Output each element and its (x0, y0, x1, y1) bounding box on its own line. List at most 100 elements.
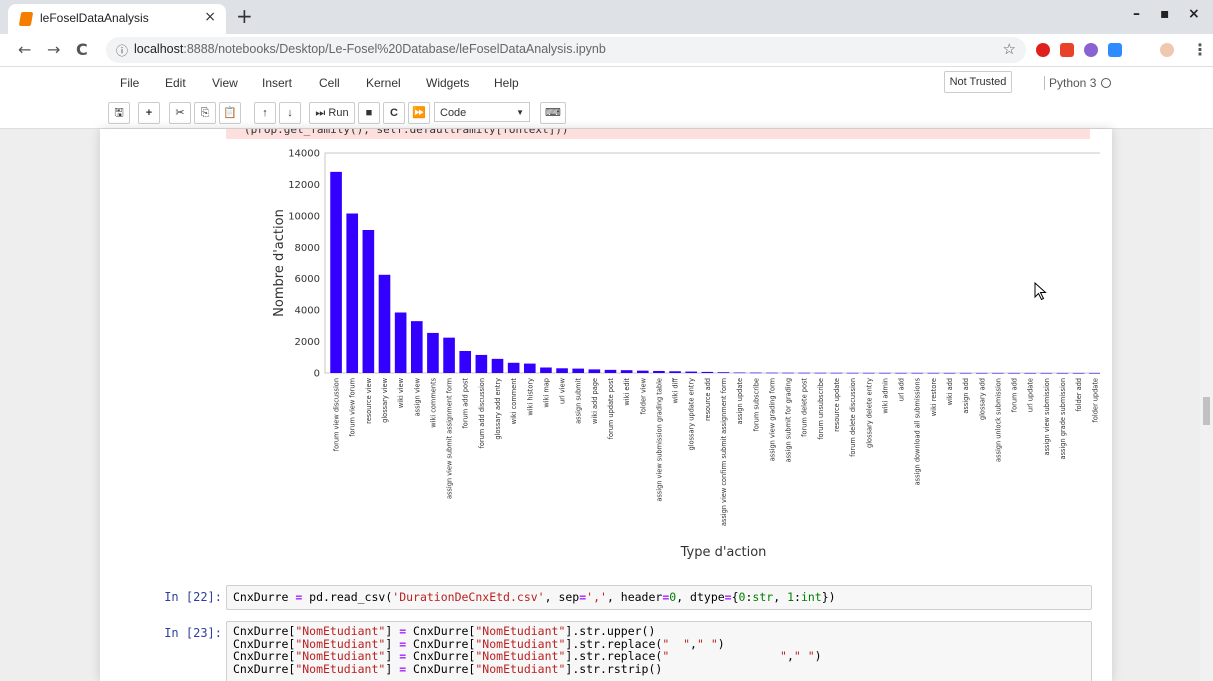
bar (959, 372, 972, 374)
trust-status-button[interactable]: Not Trusted (944, 71, 1012, 93)
kernel-idle-icon (1101, 78, 1112, 88)
bar (911, 372, 924, 374)
menu-edit[interactable]: Edit (165, 76, 186, 90)
bar (879, 372, 891, 374)
bar-chart: 0 2000 4000 6000 8000 10000 12000 14000 Nombre d… (272, 149, 1100, 560)
bar (523, 363, 536, 373)
bar (362, 230, 375, 373)
bar (895, 372, 907, 374)
chevron-down-icon: ▼ (516, 108, 524, 117)
x-tick-label: wiki admin (881, 378, 889, 414)
x-tick-label: wiki map (542, 378, 550, 408)
x-tick-label: assign submit (575, 378, 583, 424)
x-tick-label: assign grade submission (1059, 378, 1067, 459)
bar (733, 372, 746, 374)
menu-kernel[interactable]: Kernel (366, 76, 401, 90)
x-tick-label: wiki comments (429, 377, 437, 427)
bar (475, 354, 488, 373)
x-tick-label: wiki restore (930, 378, 938, 416)
bar (749, 372, 762, 374)
run-icon: ⏭ (315, 107, 326, 119)
cell-prompt: In [23]: (164, 626, 222, 640)
url-text[interactable]: localhost:8888/notebooks/Desktop/Le-Fose… (134, 42, 606, 56)
x-tick-label: assign view submit assignment form (446, 378, 454, 499)
opera-extension-icon[interactable] (1036, 43, 1050, 57)
x-tick-label: forum add discussion (478, 378, 486, 448)
new-tab-button[interactable]: + (236, 4, 253, 28)
insert-cell-icon[interactable]: + (138, 102, 160, 124)
page-scrollbar[interactable] (1200, 129, 1213, 681)
x-tick-label: assign update (736, 378, 744, 424)
site-info-icon[interactable]: ⓘ (116, 42, 128, 59)
y-tick-label: 6000 (295, 274, 320, 285)
maximize-window-button[interactable]: ▪ (1160, 6, 1170, 22)
bar (685, 371, 698, 373)
code-input[interactable]: CnxDurre = pd.read_csv('DurationDeCnxEtd… (226, 585, 1092, 610)
x-tick-label: forum view forum (349, 378, 357, 437)
cut-icon[interactable]: ✂ (169, 102, 191, 124)
x-tick-label: glossary add entry (494, 378, 502, 440)
x-tick-label: assign view grading form (768, 378, 776, 461)
tab-close-icon[interactable]: × (204, 9, 216, 25)
interrupt-icon[interactable]: ■ (358, 102, 380, 124)
jupyter-favicon-icon (18, 12, 34, 26)
forward-arrow-icon[interactable]: → (47, 40, 60, 59)
menu-view[interactable]: View (212, 76, 238, 90)
menu-file[interactable]: File (120, 76, 139, 90)
bar (636, 370, 649, 373)
x-tick-label: forum add (1011, 378, 1019, 412)
bar (653, 370, 665, 373)
browser-menu-icon[interactable]: ⋮ (1192, 40, 1208, 59)
bar (766, 372, 778, 374)
menu-cell[interactable]: Cell (319, 76, 340, 90)
cell-type-value: Code (440, 107, 467, 119)
x-tick-label: assign view submission (1043, 378, 1051, 455)
paste-icon[interactable]: 📋 (219, 102, 241, 124)
cell-type-select[interactable]: Code ▼ (434, 102, 530, 122)
bar (540, 367, 552, 373)
move-down-icon[interactable]: ↓ (279, 102, 301, 124)
code-input[interactable]: CnxDurre["NomEtudiant"] = CnxDurre["NomE… (226, 621, 1092, 681)
reload-icon[interactable]: C (76, 40, 88, 59)
y-tick-label: 10000 (288, 211, 320, 222)
bookmark-star-icon[interactable]: ☆ (1003, 40, 1016, 58)
stderr-output: (prop.get_family(), self.defaultFamily[f… (226, 129, 1090, 139)
save-icon[interactable]: 🖫 (108, 102, 130, 124)
y-tick-label: 12000 (288, 180, 320, 191)
bar (394, 312, 407, 373)
keyboard-icon[interactable]: ⌨ (540, 102, 566, 124)
restart-icon[interactable]: C (383, 102, 405, 124)
x-tick-label: wiki view (397, 377, 405, 408)
code-line: CnxDurre = pd.read_csv('DurationDeCnxEtd… (233, 590, 836, 604)
menu-widgets[interactable]: Widgets (426, 76, 469, 90)
menu-help[interactable]: Help (494, 76, 519, 90)
bar (782, 372, 794, 374)
bar (410, 321, 423, 373)
back-arrow-icon[interactable]: ← (18, 40, 31, 59)
scrollbar-thumb[interactable] (1203, 397, 1210, 425)
bar (556, 368, 568, 373)
minimize-window-button[interactable]: – (1133, 6, 1140, 22)
y-tick-label: 4000 (295, 306, 320, 317)
check-extension-icon[interactable] (1084, 43, 1098, 57)
copy-icon[interactable]: ⎘ (194, 102, 216, 124)
browser-tab[interactable]: leFoselDataAnalysis × (8, 4, 226, 34)
menu-insert[interactable]: Insert (262, 76, 292, 90)
close-window-button[interactable]: × (1188, 6, 1200, 22)
bar (491, 358, 504, 373)
url-path: :8888/notebooks/Desktop/Le-Fosel%20Datab… (183, 42, 606, 56)
pocket-extension-icon[interactable] (1060, 43, 1074, 57)
profile-avatar[interactable] (1160, 43, 1174, 57)
address-bar[interactable]: ⓘ localhost:8888/notebooks/Desktop/Le-Fo… (106, 37, 1026, 63)
run-button[interactable]: ⏭ Run (309, 102, 355, 124)
move-up-icon[interactable]: ↑ (254, 102, 276, 124)
x-tick-label: assign view confirm submit assignment fo… (720, 378, 728, 526)
bar (830, 372, 843, 374)
x-tick-label: wiki comment (510, 378, 518, 425)
restart-run-all-icon[interactable]: ⏩ (408, 102, 430, 124)
zoom-extension-icon[interactable] (1108, 43, 1122, 57)
cell-prompt: In [22]: (164, 590, 222, 604)
bar (798, 372, 811, 374)
x-tick-label: assign submit for grading (785, 378, 793, 462)
x-tick-label: wiki history (526, 378, 534, 416)
